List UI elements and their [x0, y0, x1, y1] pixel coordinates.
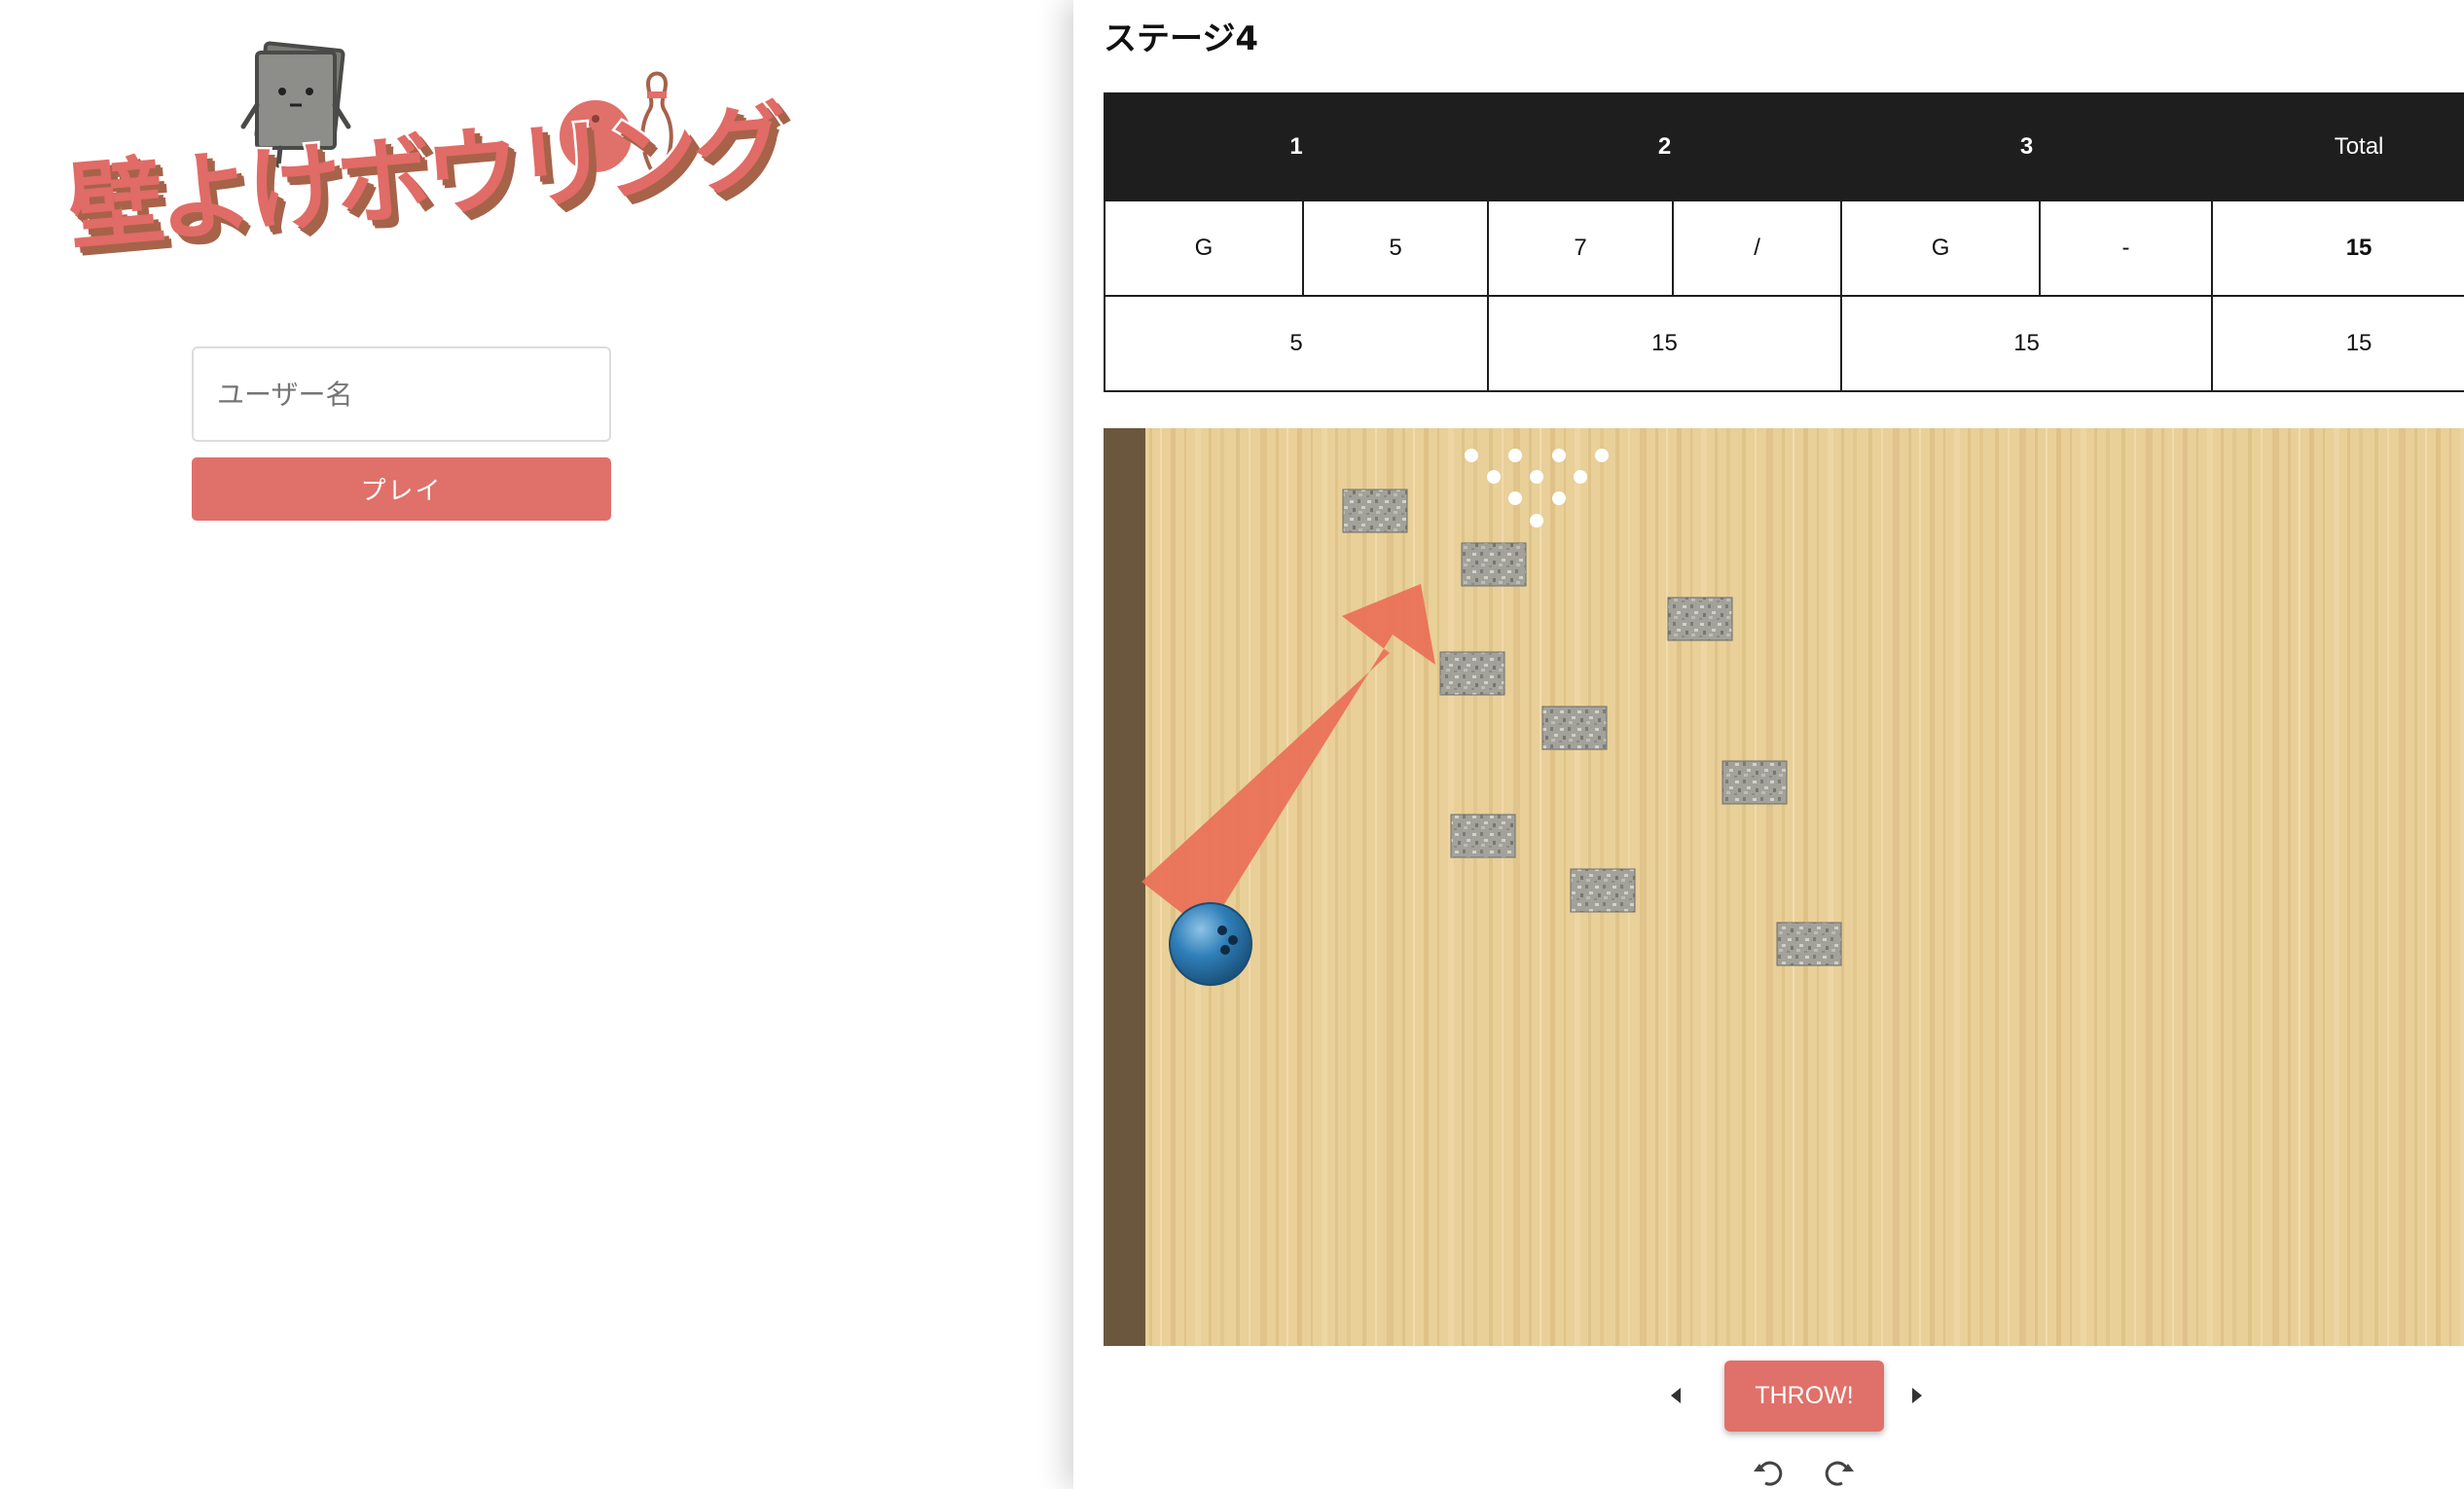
lane-canvas[interactable]	[1104, 428, 2464, 1346]
throw-cell: 5	[1301, 200, 1490, 297]
pin	[1530, 470, 1543, 484]
wall-block	[1342, 489, 1408, 533]
cumulative-cell: 15	[1840, 295, 2214, 392]
wall-block	[1570, 868, 1636, 913]
pin	[1530, 514, 1543, 527]
throws-total-cell: 15	[2211, 200, 2464, 297]
throw-button[interactable]: THROW!	[1724, 1361, 1884, 1432]
pin	[1574, 470, 1587, 484]
frame-2-header: 2	[1487, 92, 1843, 201]
arrow-right-icon[interactable]	[1910, 1386, 1924, 1405]
throw-cell: G	[1840, 200, 2042, 297]
arrow-left-icon[interactable]	[1669, 1386, 1683, 1405]
frame-1-header: 1	[1103, 92, 1490, 201]
throw-cell: -	[2039, 200, 2214, 297]
cumulative-cell: 15	[1487, 295, 1843, 392]
throw-cell: G	[1104, 200, 1304, 297]
wall-block	[1450, 814, 1516, 858]
wall-block	[1776, 922, 1842, 966]
play-button[interactable]: プレイ	[192, 457, 611, 521]
bowling-ball	[1169, 902, 1252, 986]
score-table: 1 2 3 Total G 5 7 / G - 15 5 15 15 15	[1103, 92, 2464, 392]
pin	[1508, 491, 1522, 505]
stage-title: ステージ4	[1104, 19, 1258, 58]
cumulative-total-cell: 15	[2211, 295, 2464, 392]
bowling-lane[interactable]	[1104, 428, 2464, 1346]
login-panel: 壁よけボウリング プレイ	[0, 0, 1073, 1489]
wall-block	[1541, 706, 1608, 750]
rotate-left-icon[interactable]	[1752, 1456, 1785, 1489]
wall-block	[1721, 760, 1788, 805]
score-header-row: 1 2 3 Total	[1103, 92, 2464, 201]
throw-cell: /	[1672, 200, 1843, 297]
total-header: Total	[2211, 92, 2464, 201]
pin	[1465, 449, 1478, 462]
left-gutter	[1104, 428, 1145, 1346]
wall-block	[1461, 542, 1527, 587]
pin	[1552, 491, 1566, 505]
game-logo: 壁よけボウリング	[58, 29, 789, 272]
game-panel: ステージ4 1 2 3 Total G 5 7 / G - 15 5 15 15…	[1073, 0, 2464, 1489]
pin	[1595, 449, 1609, 462]
frame-3-header: 3	[1840, 92, 2214, 201]
wall-block	[1439, 651, 1505, 696]
cumulative-cell: 5	[1103, 295, 1490, 392]
pin	[1508, 449, 1522, 462]
pin	[1487, 470, 1501, 484]
lane-surface	[1104, 428, 2464, 1346]
cumulative-row: 5 15 15 15	[1103, 295, 2464, 392]
wall-block	[1667, 597, 1733, 641]
rotate-right-icon[interactable]	[1823, 1456, 1856, 1489]
pin	[1552, 449, 1566, 462]
throws-row: G 5 7 / G - 15	[1104, 200, 2464, 297]
username-input[interactable]	[192, 346, 611, 442]
throw-cell: 7	[1487, 200, 1675, 297]
